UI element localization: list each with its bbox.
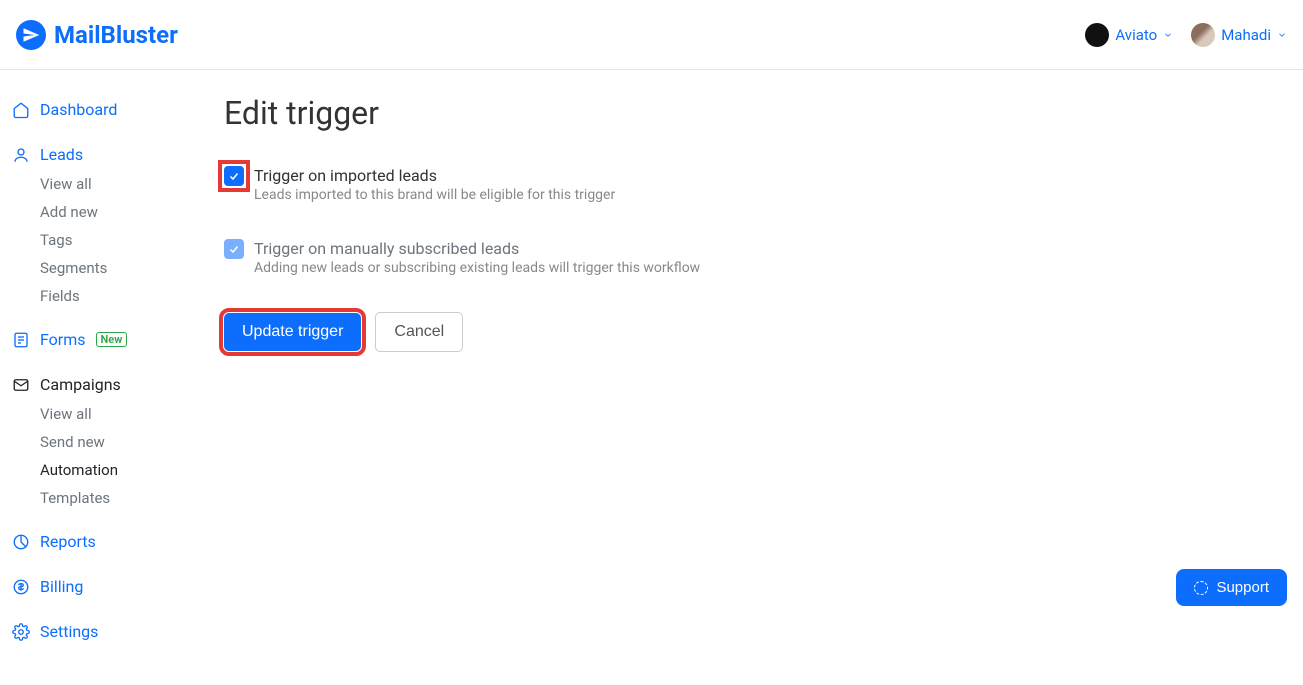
sidebar-item-billing[interactable]: Billing xyxy=(12,571,188,602)
user-menu[interactable]: Mahadi xyxy=(1191,23,1287,47)
sidebar-item-settings[interactable]: Settings xyxy=(12,616,188,647)
sidebar-sub-campaigns-view-all[interactable]: View all xyxy=(12,400,188,428)
paper-plane-icon xyxy=(16,20,46,50)
sidebar-item-campaigns[interactable]: Campaigns xyxy=(12,369,188,400)
pie-chart-icon xyxy=(12,533,30,551)
sidebar-sub-campaigns-templates[interactable]: Templates xyxy=(12,484,188,512)
brand-logo[interactable]: MailBluster xyxy=(16,20,178,50)
sidebar-item-label: Forms xyxy=(40,330,86,349)
sidebar-item-label: Leads xyxy=(40,145,83,164)
sidebar-item-label: Billing xyxy=(40,577,83,596)
home-icon xyxy=(12,101,30,119)
sidebar-sub-leads-fields[interactable]: Fields xyxy=(12,282,188,310)
trigger-imported-row: Trigger on imported leads Leads imported… xyxy=(224,166,1279,203)
trigger-manual-label: Trigger on manually subscribed leads xyxy=(254,239,700,258)
sidebar-item-label: Campaigns xyxy=(40,375,121,394)
trigger-manual-row: Trigger on manually subscribed leads Add… xyxy=(224,239,1279,276)
sidebar-item-label: Reports xyxy=(40,532,96,551)
trigger-imported-checkbox[interactable] xyxy=(224,166,244,186)
user-icon xyxy=(12,146,30,164)
new-badge: New xyxy=(96,332,128,347)
trigger-manual-desc: Adding new leads or subscribing existing… xyxy=(254,260,700,276)
sidebar-item-label: Dashboard xyxy=(40,100,117,119)
sidebar-item-label: Settings xyxy=(40,622,98,641)
support-button[interactable]: Support xyxy=(1176,569,1287,606)
form-icon xyxy=(12,331,30,349)
check-icon xyxy=(228,243,240,255)
org-avatar xyxy=(1085,23,1109,47)
user-avatar xyxy=(1191,23,1215,47)
gear-icon xyxy=(12,623,30,641)
check-icon xyxy=(228,170,240,182)
org-label: Aviato xyxy=(1115,26,1157,44)
sidebar-sub-leads-segments[interactable]: Segments xyxy=(12,254,188,282)
sidebar-sub-campaigns-send-new[interactable]: Send new xyxy=(12,428,188,456)
app-header: MailBluster Aviato Mahadi xyxy=(0,0,1303,70)
cancel-button[interactable]: Cancel xyxy=(375,312,463,352)
trigger-imported-checkbox-wrap xyxy=(224,166,244,186)
button-row: Update trigger Cancel xyxy=(224,312,1279,352)
support-label: Support xyxy=(1216,579,1269,596)
trigger-imported-label: Trigger on imported leads xyxy=(254,166,615,185)
chevron-down-icon xyxy=(1277,30,1287,40)
sidebar-sub-leads-view-all[interactable]: View all xyxy=(12,170,188,198)
sidebar-item-forms[interactable]: Forms New xyxy=(12,324,188,355)
header-right: Aviato Mahadi xyxy=(1085,23,1287,47)
main-content: Edit trigger Trigger on imported leads L… xyxy=(200,70,1303,685)
sidebar-sub-campaigns-automation[interactable]: Automation xyxy=(12,456,188,484)
chevron-down-icon xyxy=(1163,30,1173,40)
trigger-imported-desc: Leads imported to this brand will be eli… xyxy=(254,187,615,203)
envelope-icon xyxy=(12,376,30,394)
brand-name: MailBluster xyxy=(54,21,178,49)
sidebar-sub-leads-add-new[interactable]: Add new xyxy=(12,198,188,226)
user-label: Mahadi xyxy=(1221,26,1271,44)
sidebar-sub-leads-tags[interactable]: Tags xyxy=(12,226,188,254)
sidebar-item-reports[interactable]: Reports xyxy=(12,526,188,557)
org-switcher[interactable]: Aviato xyxy=(1085,23,1173,47)
page-title: Edit trigger xyxy=(224,94,1279,132)
lifebuoy-icon xyxy=(1194,581,1208,595)
sidebar-item-leads[interactable]: Leads xyxy=(12,139,188,170)
update-trigger-button[interactable]: Update trigger xyxy=(224,313,361,351)
trigger-manual-checkbox[interactable] xyxy=(224,239,244,259)
sidebar: Dashboard Leads View all Add new Tags Se… xyxy=(0,70,200,685)
sidebar-item-dashboard[interactable]: Dashboard xyxy=(12,94,188,125)
trigger-manual-checkbox-wrap xyxy=(224,239,244,259)
dollar-icon xyxy=(12,578,30,596)
